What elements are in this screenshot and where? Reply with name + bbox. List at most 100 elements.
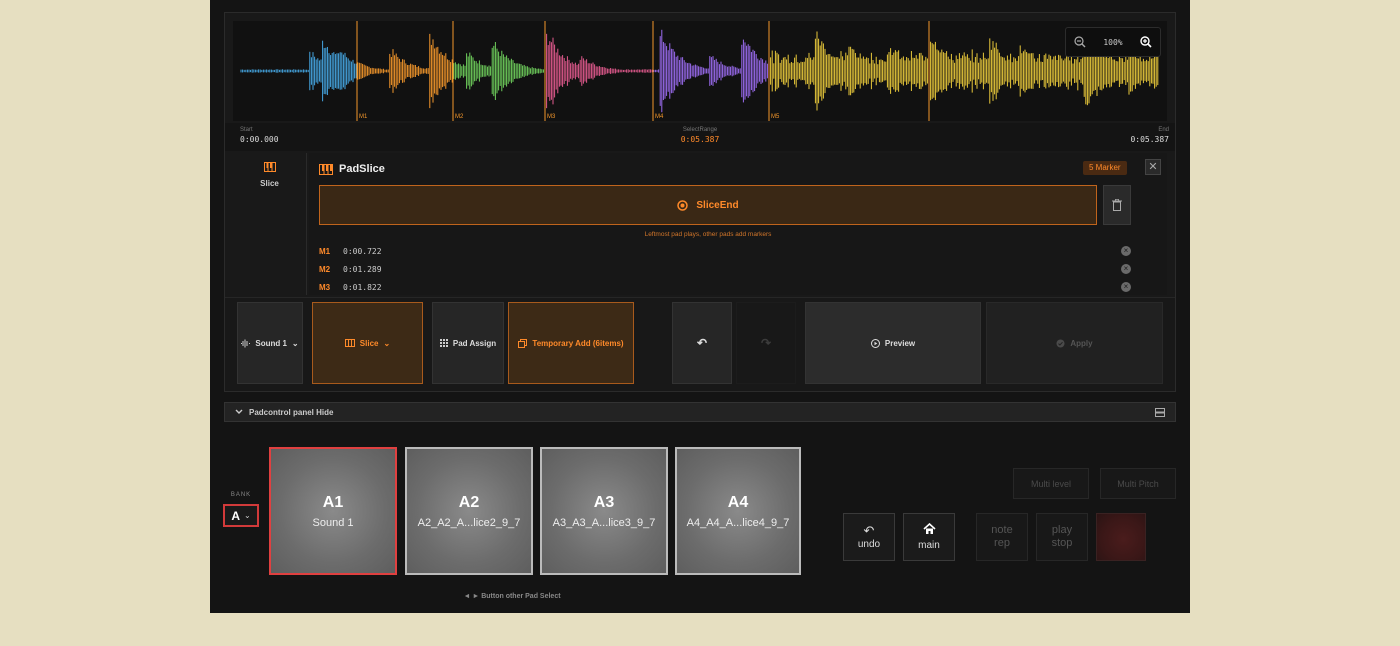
timeline-bar: Start 0:00.000 SelectRange 0:05.387 End … xyxy=(225,123,1175,151)
pad-sample: A2_A2_A...lice2_9_7 xyxy=(417,516,521,529)
play-stop-button[interactable]: play stop xyxy=(1036,513,1088,561)
chevron-down-icon: ⌄ xyxy=(383,338,391,348)
select-range: SelectRange 0:05.387 xyxy=(680,127,720,144)
note-repeat-button[interactable]: note rep xyxy=(976,513,1028,561)
bank-label: BANK xyxy=(230,492,252,498)
pad-sample: A3_A3_A...lice3_9_7 xyxy=(552,516,656,529)
undo-button[interactable]: ↶ xyxy=(672,302,732,384)
pad-assign-label: Pad Assign xyxy=(452,338,497,348)
pad-a2[interactable]: A2 A2_A2_A...lice2_9_7 xyxy=(405,447,533,575)
close-icon[interactable]: ✕ xyxy=(1145,159,1161,175)
multi-level-label: Multi level xyxy=(1030,478,1071,489)
panel-title: PadSlice xyxy=(319,163,385,175)
record-button[interactable] xyxy=(1096,513,1146,561)
multi-pitch-label: Multi Pitch xyxy=(1117,478,1159,489)
temporary-add-label: Temporary Add (6items) xyxy=(532,338,624,348)
pad-assign-button[interactable]: Pad Assign xyxy=(432,302,504,384)
record-icon xyxy=(677,199,689,211)
zoom-out-icon[interactable] xyxy=(1074,36,1086,48)
slice-marker-label: M2 xyxy=(455,114,464,120)
range-value: 0:05.387 xyxy=(680,135,720,144)
pad-slice-panel: PadSlice 5 Marker ✕ SliceEnd Leftmost pa… xyxy=(309,153,1167,295)
marker-row: M2 0:01.289 × xyxy=(319,261,1131,277)
layout-icon[interactable] xyxy=(1155,408,1165,419)
bank-select[interactable]: A ⌄ xyxy=(223,504,259,527)
apply-button[interactable]: Apply xyxy=(986,302,1163,384)
chevron-down-icon: ⌄ xyxy=(243,511,251,520)
undo-icon: ↶ xyxy=(696,336,708,350)
pad-a4[interactable]: A4 A4_A4_A...lice4_9_7 xyxy=(675,447,801,575)
check-circle-icon xyxy=(1056,339,1065,348)
note-repeat-label: note rep xyxy=(991,524,1013,549)
slice-end-button[interactable]: SliceEnd xyxy=(319,185,1097,225)
padcontrol-toggle[interactable]: Padcontrol panel Hide xyxy=(224,402,1176,422)
marker-time: 0:01.289 xyxy=(343,264,382,274)
chevron-down-icon xyxy=(235,408,243,417)
zoom-level: 100% xyxy=(1103,37,1123,47)
temporary-add-button[interactable]: Temporary Add (6items) xyxy=(508,302,634,384)
slice-mode-label: Slice xyxy=(359,338,379,348)
redo-button[interactable]: ↷ xyxy=(736,302,796,384)
remove-marker-icon[interactable]: × xyxy=(1121,264,1131,274)
play-stop-label: play stop xyxy=(1051,524,1073,549)
pad-name: A1 xyxy=(322,493,344,511)
marker-name: M3 xyxy=(319,282,331,292)
multi-pitch-button[interactable]: Multi Pitch xyxy=(1100,468,1176,499)
slice-marker-label: M4 xyxy=(655,114,664,120)
multi-level-button[interactable]: Multi level xyxy=(1013,468,1089,499)
play-circle-icon xyxy=(870,338,880,348)
slice-marker-label: M5 xyxy=(771,114,780,120)
panel-title-text: PadSlice xyxy=(339,163,385,175)
redo-icon: ↷ xyxy=(760,336,772,350)
main-button[interactable]: main xyxy=(903,513,955,561)
preview-button[interactable]: Preview xyxy=(805,302,981,384)
undo-icon: ↶ xyxy=(863,522,875,538)
sound-select[interactable]: Sound 1 ⌄ xyxy=(237,302,303,384)
zoom-control: 100% xyxy=(1065,27,1161,57)
pad-select-hint: ◄ ► Button other Pad Select xyxy=(463,593,561,600)
start-value: 0:00.000 xyxy=(240,135,279,144)
marker-name: M1 xyxy=(319,246,331,256)
pad-sample: A4_A4_A...lice4_9_7 xyxy=(686,516,790,529)
marker-name: M2 xyxy=(319,264,331,274)
copy-icon xyxy=(518,338,528,348)
undo-label: undo xyxy=(857,538,881,550)
slice-editor: M1 M2 M3 M4 M5 100% Start 0:00.000 SelectRan… xyxy=(224,12,1176,392)
marker-time: 0:00.722 xyxy=(343,246,382,256)
slice-marker-label: M3 xyxy=(547,114,556,120)
pad-name: A2 xyxy=(458,493,480,511)
marker-row: M1 0:00.722 × xyxy=(319,243,1131,259)
sampler-app: M1 M2 M3 M4 M5 100% Start 0:00.000 SelectRan… xyxy=(210,0,1190,613)
pad-a3[interactable]: A3 A3_A3_A...lice3_9_7 xyxy=(540,447,668,575)
sidebar-slice-label: Slice xyxy=(260,179,279,188)
mode-sidebar: Slice xyxy=(233,153,307,295)
marker-row: M3 0:01.822 × xyxy=(319,279,1131,295)
edit-toolbar: Sound 1 ⌄ Slice ⌄ Pad Assign Temporary A… xyxy=(225,297,1175,391)
pad-a1[interactable]: A1 Sound 1 xyxy=(269,447,397,575)
piano-icon xyxy=(319,163,333,175)
marker-time: 0:01.822 xyxy=(343,282,382,292)
marker-count-badge: 5 Marker xyxy=(1083,161,1127,175)
sound-label: Sound 1 xyxy=(255,338,287,348)
slice-mode-select[interactable]: Slice ⌄ xyxy=(312,302,423,384)
undo-pad-button[interactable]: ↶ undo xyxy=(843,513,895,561)
remove-marker-icon[interactable]: × xyxy=(1121,246,1131,256)
end-time: End 0:05.387 xyxy=(1130,127,1169,144)
trash-icon[interactable] xyxy=(1103,185,1131,225)
slice-marker-label: M1 xyxy=(359,114,368,120)
piano-icon xyxy=(263,162,276,172)
chevron-down-icon: ⌄ xyxy=(291,338,299,348)
waveform-icon xyxy=(241,339,251,348)
slice-hint: Leftmost pad plays, other pads add marke… xyxy=(644,231,772,238)
remove-marker-icon[interactable]: × xyxy=(1121,282,1131,292)
waveform-display[interactable]: M1 M2 M3 M4 M5 100% xyxy=(233,21,1167,121)
sidebar-item-slice[interactable]: Slice xyxy=(233,159,306,188)
slice-end-label: SliceEnd xyxy=(696,199,739,211)
apply-label: Apply xyxy=(1070,338,1093,348)
start-time: Start 0:00.000 xyxy=(240,127,279,144)
preview-label: Preview xyxy=(884,338,916,348)
start-label: Start xyxy=(240,127,253,133)
zoom-in-icon[interactable] xyxy=(1139,36,1152,48)
end-value: 0:05.387 xyxy=(1130,135,1169,144)
main-label: main xyxy=(918,540,940,551)
